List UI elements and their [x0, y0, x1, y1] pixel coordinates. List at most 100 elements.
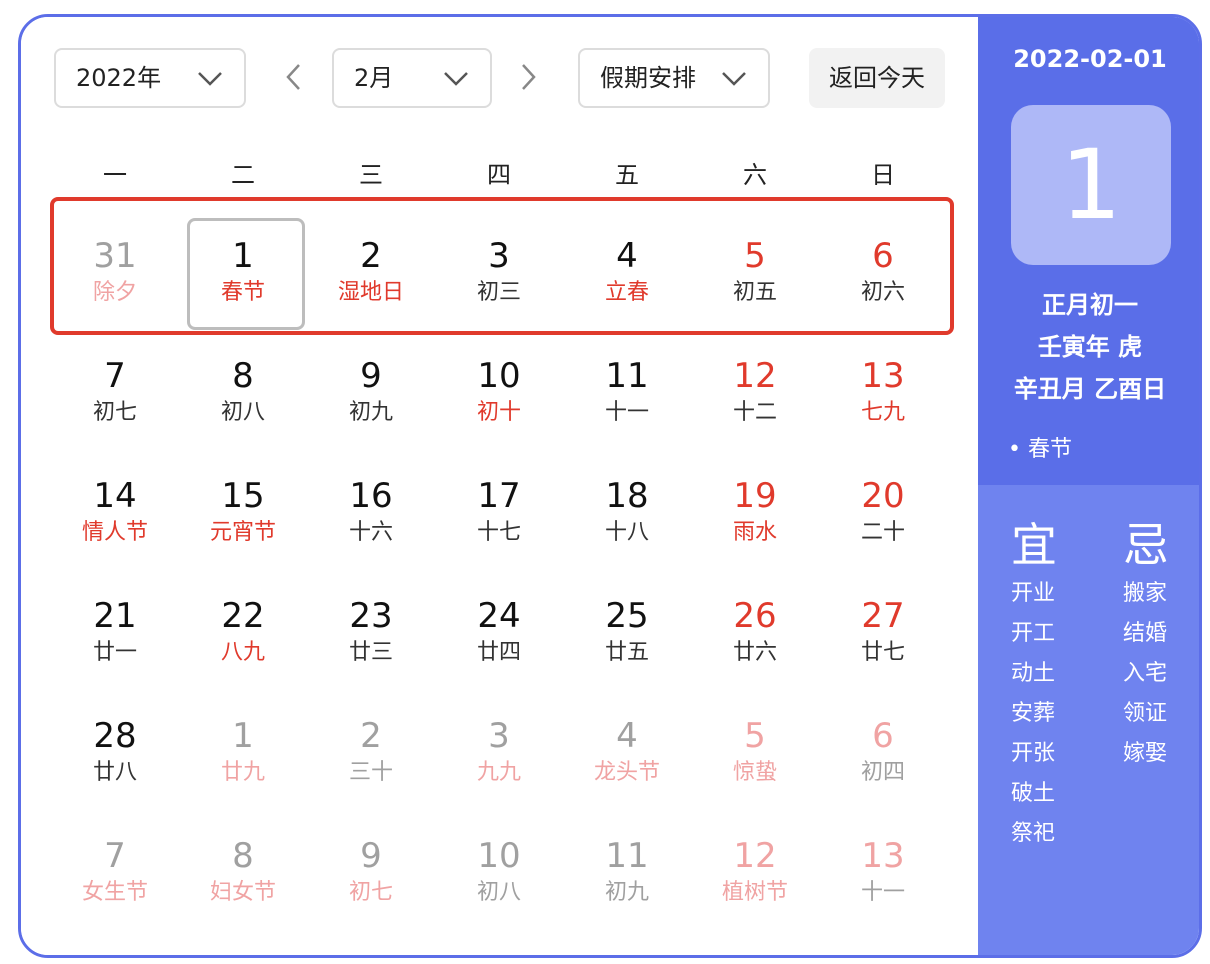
day-cell[interactable]: 12 植树节: [691, 797, 819, 917]
weekday-label: 四: [487, 161, 511, 189]
day-number: 14: [93, 476, 137, 516]
day-cell[interactable]: 4 龙头节: [563, 677, 691, 797]
holiday-select[interactable]: 假期安排: [578, 48, 770, 108]
lunar-label: 湿地日: [337, 280, 404, 305]
day-cell[interactable]: 13 七九: [819, 317, 947, 437]
day-cell[interactable]: 17 十七: [435, 437, 563, 557]
day-cell[interactable]: 2 三十: [307, 677, 435, 797]
chevron-down-icon: [722, 72, 746, 86]
lunar-label: 廿三: [348, 640, 393, 665]
yi-item: 开张: [1011, 741, 1056, 766]
lunar-label: 情人节: [81, 520, 148, 545]
day-number: 23: [349, 596, 393, 636]
day-cell[interactable]: 24 廿四: [435, 557, 563, 677]
weekday-label: 六: [743, 161, 767, 189]
day-cell[interactable]: 1 廿九: [179, 677, 307, 797]
day-cell[interactable]: 16 十六: [307, 437, 435, 557]
calendar-main: 2022年 2月 假期安排 返回今天 一 二 三 四 五 六 日 31 除夕 1 春节…: [21, 17, 978, 955]
day-cell[interactable]: 7 初七: [51, 317, 179, 437]
yi-item: 开业: [1011, 581, 1056, 606]
weekday-label: 一: [103, 161, 127, 189]
day-number: 16: [349, 476, 393, 516]
day-cell[interactable]: 25 廿五: [563, 557, 691, 677]
lunar-label: 雨水: [732, 520, 777, 545]
next-month-arrow-icon[interactable]: [513, 59, 543, 95]
day-number: 24: [477, 596, 521, 636]
month-select-value: 2月: [354, 64, 394, 92]
day-cell[interactable]: 2 湿地日: [307, 197, 435, 317]
day-cell[interactable]: 21 廿一: [51, 557, 179, 677]
day-cell[interactable]: 9 初七: [307, 797, 435, 917]
detail-sidebar: 2022-02-01 1 正月初一 壬寅年 虎 辛丑月 乙酉日 • 春节 宜 忌…: [978, 17, 1199, 955]
lunar-label: 初九: [604, 880, 649, 905]
back-to-today-button[interactable]: 返回今天: [809, 48, 945, 108]
day-cell[interactable]: 20 二十: [819, 437, 947, 557]
yi-item: 开工: [1011, 621, 1056, 646]
year-select-value: 2022年: [76, 64, 162, 92]
month-select[interactable]: 2月: [332, 48, 492, 108]
day-cell[interactable]: 10 初十: [435, 317, 563, 437]
day-number: 11: [605, 836, 649, 876]
day-cell[interactable]: 4 立春: [563, 197, 691, 317]
lunar-label: 惊蛰: [732, 760, 777, 785]
lunar-label: 女生节: [81, 880, 148, 905]
lunar-label: 廿一: [92, 640, 137, 665]
lunar-label: 八九: [220, 640, 265, 665]
year-select[interactable]: 2022年: [54, 48, 246, 108]
day-number: 10: [477, 356, 521, 396]
day-cell[interactable]: 10 初八: [435, 797, 563, 917]
day-detail-panel: 2022-02-01 1 正月初一 壬寅年 虎 辛丑月 乙酉日 • 春节: [978, 17, 1199, 485]
day-number: 8: [232, 356, 254, 396]
day-number: 2: [360, 716, 382, 756]
day-cell[interactable]: 15 元宵节: [179, 437, 307, 557]
lunar-label: 十六: [348, 520, 393, 545]
day-cell[interactable]: 3 九九: [435, 677, 563, 797]
day-cell[interactable]: 5 初五: [691, 197, 819, 317]
day-cell[interactable]: 13 十一: [819, 797, 947, 917]
day-number: 3: [488, 236, 510, 276]
day-cell[interactable]: 5 惊蛰: [691, 677, 819, 797]
day-cell[interactable]: 28 廿八: [51, 677, 179, 797]
yi-item: 动土: [1011, 661, 1056, 686]
day-cell[interactable]: 26 廿六: [691, 557, 819, 677]
lunar-label: 初六: [860, 280, 905, 305]
prev-month-arrow-icon[interactable]: [279, 59, 309, 95]
day-number: 22: [221, 596, 265, 636]
ji-title: 忌: [1123, 518, 1169, 572]
day-number: 18: [605, 476, 649, 516]
day-cell[interactable]: 11 初九: [563, 797, 691, 917]
day-cell[interactable]: 7 女生节: [51, 797, 179, 917]
day-number: 21: [93, 596, 137, 636]
day-cell[interactable]: 22 八九: [179, 557, 307, 677]
lunar-label: 十二: [732, 400, 777, 425]
day-cell[interactable]: 1 春节: [179, 197, 307, 330]
ji-item: 入宅: [1123, 661, 1168, 686]
day-cell[interactable]: 18 十八: [563, 437, 691, 557]
day-cell[interactable]: 27 廿七: [819, 557, 947, 677]
day-cell[interactable]: 12 十二: [691, 317, 819, 437]
day-cell[interactable]: 6 初四: [819, 677, 947, 797]
lunar-date: 正月初一: [1042, 291, 1138, 319]
lunar-label: 十七: [476, 520, 521, 545]
day-cell[interactable]: 11 十一: [563, 317, 691, 437]
lunar-label: 廿四: [476, 640, 521, 665]
weekday-label: 日: [871, 161, 895, 189]
day-cell[interactable]: 9 初九: [307, 317, 435, 437]
day-number: 15: [221, 476, 265, 516]
lunar-label: 妇女节: [209, 880, 276, 905]
calendar-widget: 2022年 2月 假期安排 返回今天 一 二 三 四 五 六 日 31 除夕 1 春节…: [18, 14, 1202, 958]
festival-note: • 春节: [1008, 437, 1072, 462]
lunar-label: 廿五: [604, 640, 649, 665]
day-cell[interactable]: 6 初六: [819, 197, 947, 317]
day-number: 6: [872, 716, 894, 756]
day-cell[interactable]: 8 妇女节: [179, 797, 307, 917]
day-cell[interactable]: 14 情人节: [51, 437, 179, 557]
day-cell[interactable]: 23 廿三: [307, 557, 435, 677]
day-cell[interactable]: 19 雨水: [691, 437, 819, 557]
lunar-label: 十一: [604, 400, 649, 425]
day-cell[interactable]: 3 初三: [435, 197, 563, 317]
day-grid: 31 除夕 1 春节 2 湿地日 3 初三 4 立春 5 初五 6 初六 7 初七 8 初八 9 初九 10 初十 11 十一…: [51, 197, 947, 917]
lunar-label: 春节: [220, 280, 265, 305]
day-cell[interactable]: 31 除夕: [51, 197, 179, 317]
day-cell[interactable]: 8 初八: [179, 317, 307, 437]
